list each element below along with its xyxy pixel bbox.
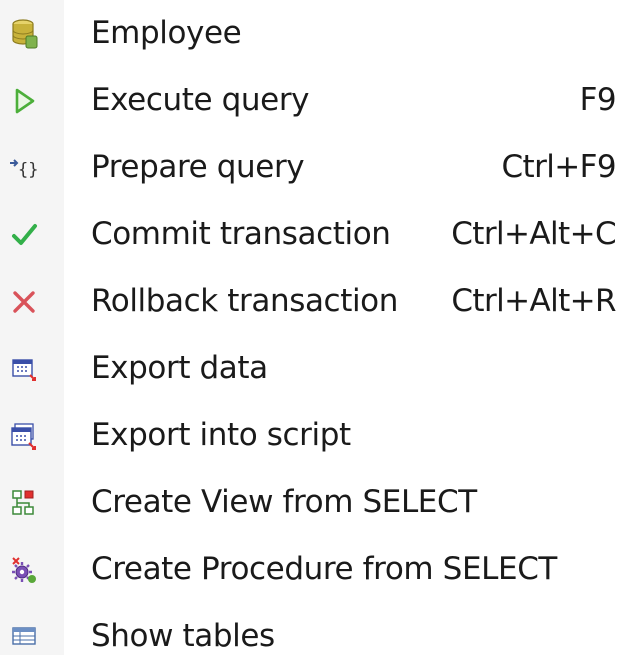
menu-item-label: Prepare query [91,149,305,185]
menu-item-label: Export data [91,350,268,386]
menu-item-export-into-script[interactable]: Export into script [0,402,620,469]
checkmark-icon [8,217,40,253]
menu-item-create-view-from-select[interactable]: Create View from SELECT [0,469,620,536]
svg-text:{}: {} [18,160,38,180]
export-script-icon [8,418,40,454]
menu-item-show-tables[interactable]: Show tables [0,603,620,655]
menu-item-label: Show tables [91,618,275,654]
export-data-icon [8,351,40,387]
create-view-icon [8,485,40,521]
database-icon [8,16,40,52]
menu-item-shortcut: Ctrl+Alt+R [451,283,616,319]
menu-item-shortcut: F9 [579,82,617,118]
menu-item-label: Employee [91,15,242,51]
menu-item-employee[interactable]: Employee [0,0,620,67]
play-icon [8,83,40,119]
menu-item-label: Create View from SELECT [91,484,477,520]
show-tables-icon [8,619,40,655]
menu-item-label: Export into script [91,417,351,453]
menu-item-label: Create Procedure from SELECT [91,551,557,587]
menu-item-shortcut: Ctrl+Alt+C [451,216,616,252]
cross-icon [8,284,40,320]
menu-item-create-procedure-from-select[interactable]: Create Procedure from SELECT [0,536,620,603]
menu-item-label: Rollback transaction [91,283,398,319]
menu-item-rollback-transaction[interactable]: Rollback transaction Ctrl+Alt+R [0,268,620,335]
menu-item-label: Execute query [91,82,310,118]
prepare-query-icon: {} [8,150,40,186]
menu-item-prepare-query[interactable]: {} Prepare query Ctrl+F9 [0,134,620,201]
menu-item-export-data[interactable]: Export data [0,335,620,402]
menu-item-commit-transaction[interactable]: Commit transaction Ctrl+Alt+C [0,201,620,268]
menu-item-execute-query[interactable]: Execute query F9 [0,67,620,134]
menu-item-shortcut: Ctrl+F9 [501,149,617,185]
menu-item-label: Commit transaction [91,216,391,252]
create-procedure-icon [8,552,40,588]
context-menu: Employee Execute query F9 {} Prepare que… [0,0,620,655]
